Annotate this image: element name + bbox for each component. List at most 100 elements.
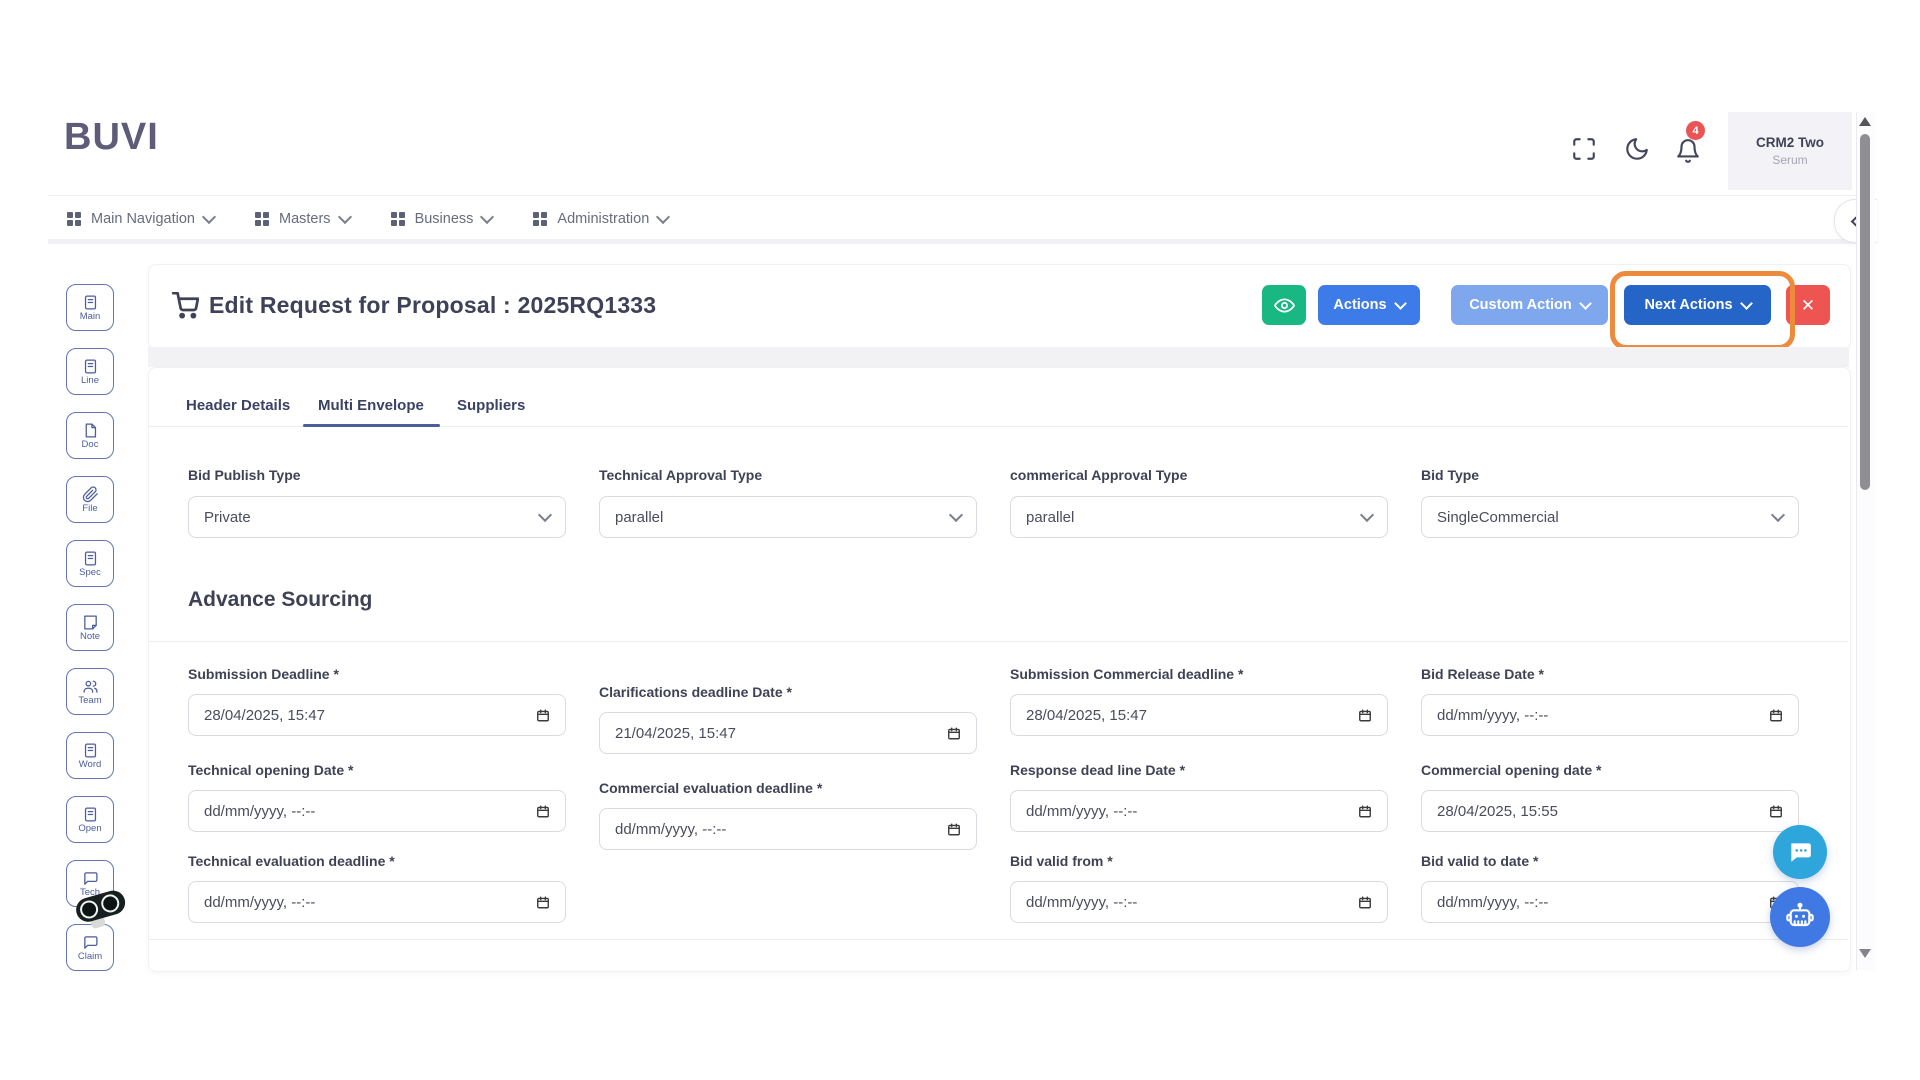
sidebar-item-label: Line bbox=[81, 376, 99, 386]
submission-deadline-input[interactable]: 28/04/2025, 15:47 bbox=[188, 694, 566, 736]
moon-icon[interactable] bbox=[1624, 136, 1650, 162]
bid-valid-from-label: Bid valid from * bbox=[1010, 853, 1113, 869]
close-icon: ✕ bbox=[1801, 297, 1815, 314]
section-title-advance-sourcing: Advance Sourcing bbox=[188, 588, 372, 612]
tab-header-details[interactable]: Header Details bbox=[186, 397, 290, 414]
nav-item-main-navigation[interactable]: Main Navigation bbox=[66, 211, 214, 227]
people-icon bbox=[82, 678, 99, 695]
calendar-icon[interactable] bbox=[1358, 708, 1372, 723]
sidebar-item-word[interactable]: Word bbox=[66, 732, 114, 779]
calendar-icon[interactable] bbox=[947, 726, 961, 741]
technical-evaluation-deadline-input[interactable]: dd/mm/yyyy, --:-- bbox=[188, 881, 566, 923]
technical-opening-date-label: Technical opening Date * bbox=[188, 762, 353, 778]
fullscreen-icon[interactable] bbox=[1571, 136, 1597, 162]
user-profile[interactable]: CRM2 Two Serum bbox=[1728, 112, 1852, 190]
paperclip-icon bbox=[82, 486, 99, 503]
calendar-icon[interactable] bbox=[947, 822, 961, 837]
note-icon bbox=[82, 614, 99, 631]
nav-item-business[interactable]: Business bbox=[390, 211, 493, 227]
calendar-icon[interactable] bbox=[1769, 708, 1783, 723]
clarifications-deadline-date-input[interactable]: 21/04/2025, 15:47 bbox=[599, 712, 977, 754]
sidebar-item-main[interactable]: Main bbox=[66, 284, 114, 331]
bid-release-date-label: Bid Release Date * bbox=[1421, 666, 1544, 682]
tab-suppliers[interactable]: Suppliers bbox=[457, 397, 525, 414]
user-name: CRM2 Two bbox=[1756, 135, 1824, 150]
chevron-down-icon bbox=[656, 209, 670, 223]
sidebar-item-team[interactable]: Team bbox=[66, 668, 114, 715]
grid-icon bbox=[390, 211, 406, 227]
date-value: dd/mm/yyyy, --:-- bbox=[204, 894, 315, 911]
nav-label: Masters bbox=[279, 211, 331, 227]
sidebar-item-label: Spec bbox=[79, 568, 101, 578]
bid-valid-from-input[interactable]: dd/mm/yyyy, --:-- bbox=[1010, 881, 1388, 923]
chat-bubble-icon bbox=[1787, 839, 1813, 865]
sidebar-item-open[interactable]: Open bbox=[66, 796, 114, 843]
section-divider bbox=[149, 641, 1848, 642]
select-value: SingleCommercial bbox=[1437, 509, 1559, 526]
submission-commercial-deadline-label: Submission Commercial deadline * bbox=[1010, 666, 1243, 682]
calendar-icon[interactable] bbox=[536, 804, 550, 819]
card-gap-band bbox=[148, 347, 1849, 367]
nav-label: Administration bbox=[557, 211, 649, 227]
calendar-icon[interactable] bbox=[1769, 804, 1783, 819]
commercial-opening-date-input[interactable]: 28/04/2025, 15:55 bbox=[1421, 790, 1799, 832]
chevron-down-icon bbox=[1394, 297, 1407, 310]
chat-fab-button[interactable] bbox=[1773, 825, 1827, 879]
scrollbar-thumb[interactable] bbox=[1860, 134, 1870, 490]
sidebar-item-note[interactable]: Note bbox=[66, 604, 114, 651]
sidebar-item-file[interactable]: File bbox=[66, 476, 114, 523]
chevron-down-icon bbox=[202, 209, 216, 223]
page-title: Edit Request for Proposal : 2025RQ1333 bbox=[209, 292, 656, 319]
scrollbar-down-arrow[interactable] bbox=[1859, 949, 1871, 958]
submission-deadline-label: Submission Deadline * bbox=[188, 666, 339, 682]
notification-badge: 4 bbox=[1686, 121, 1705, 140]
nav-item-administration[interactable]: Administration bbox=[532, 211, 668, 227]
technical-approval-type-label: Technical Approval Type bbox=[599, 467, 762, 483]
technical-evaluation-deadline-label: Technical evaluation deadline * bbox=[188, 853, 395, 869]
view-button[interactable] bbox=[1262, 285, 1306, 325]
robot-fab-button[interactable] bbox=[1770, 887, 1830, 947]
page-icon bbox=[82, 422, 99, 439]
bid-publish-type-select[interactable]: Private bbox=[188, 496, 566, 538]
response-dead-line-date-label: Response dead line Date * bbox=[1010, 762, 1185, 778]
commercial-evaluation-deadline-input[interactable]: dd/mm/yyyy, --:-- bbox=[599, 808, 977, 850]
bid-valid-to-date-input[interactable]: dd/mm/yyyy, --:-- bbox=[1421, 881, 1799, 923]
sidebar-item-doc[interactable]: Doc bbox=[66, 412, 114, 459]
response-dead-line-date-input[interactable]: dd/mm/yyyy, --:-- bbox=[1010, 790, 1388, 832]
sidebar-item-label: Claim bbox=[78, 952, 102, 962]
chevron-down-icon bbox=[337, 209, 351, 223]
document-icon bbox=[82, 358, 99, 375]
commerical-approval-type-select[interactable]: parallel bbox=[1010, 496, 1388, 538]
calendar-icon[interactable] bbox=[1358, 895, 1372, 910]
actions-button[interactable]: Actions bbox=[1318, 285, 1420, 325]
calendar-icon[interactable] bbox=[1358, 804, 1372, 819]
robot-icon bbox=[1784, 901, 1816, 933]
chevron-down-icon bbox=[480, 209, 494, 223]
date-value: 28/04/2025, 15:55 bbox=[1437, 803, 1558, 820]
bid-type-select[interactable]: SingleCommercial bbox=[1421, 496, 1799, 538]
annotation-highlight-box bbox=[1610, 271, 1795, 350]
sidebar-item-label: Team bbox=[78, 696, 101, 706]
bid-valid-to-date-label: Bid valid to date * bbox=[1421, 853, 1538, 869]
bid-release-date-input[interactable]: dd/mm/yyyy, --:-- bbox=[1421, 694, 1799, 736]
scrollbar-up-arrow[interactable] bbox=[1859, 117, 1871, 126]
calendar-icon[interactable] bbox=[536, 708, 550, 723]
custom-action-button-label: Custom Action bbox=[1469, 297, 1572, 313]
tab-multi-envelope[interactable]: Multi Envelope bbox=[318, 397, 424, 414]
sidebar-item-line[interactable]: Line bbox=[66, 348, 114, 395]
sidebar-item-label: Doc bbox=[82, 440, 99, 450]
date-value: 21/04/2025, 15:47 bbox=[615, 725, 736, 742]
chevron-down-icon bbox=[538, 507, 552, 521]
custom-action-button[interactable]: Custom Action bbox=[1451, 285, 1608, 325]
date-value: 28/04/2025, 15:47 bbox=[204, 707, 325, 724]
user-role: Serum bbox=[1772, 153, 1807, 167]
grid-icon bbox=[66, 211, 82, 227]
bell-icon[interactable] bbox=[1675, 138, 1701, 164]
calendar-icon[interactable] bbox=[536, 895, 550, 910]
technical-opening-date-input[interactable]: dd/mm/yyyy, --:-- bbox=[188, 790, 566, 832]
submission-commercial-deadline-input[interactable]: 28/04/2025, 15:47 bbox=[1010, 694, 1388, 736]
date-value: dd/mm/yyyy, --:-- bbox=[204, 803, 315, 820]
technical-approval-type-select[interactable]: parallel bbox=[599, 496, 977, 538]
nav-item-masters[interactable]: Masters bbox=[254, 211, 350, 227]
sidebar-item-spec[interactable]: Spec bbox=[66, 540, 114, 587]
